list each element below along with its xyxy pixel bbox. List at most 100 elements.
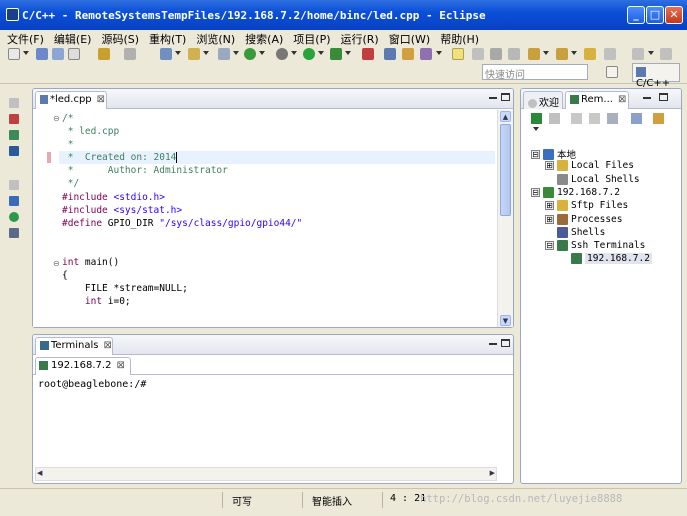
- show-whitespace-icon[interactable]: [490, 48, 502, 60]
- quick-access-input[interactable]: 快速访问: [482, 64, 588, 81]
- navigator-icon[interactable]: [9, 130, 19, 140]
- project-dropdown-icon[interactable]: [175, 51, 181, 55]
- minimize-button[interactable]: _: [627, 6, 645, 24]
- previous-annotation-dropdown-icon[interactable]: [571, 51, 577, 55]
- toggle-mark-occurrences-icon[interactable]: [452, 48, 464, 60]
- show-paragraph-icon[interactable]: [508, 48, 520, 60]
- tree-item[interactable]: ⊟ 本地: [531, 147, 576, 161]
- restore-icon[interactable]: [9, 98, 19, 108]
- maximize-icon[interactable]: [501, 93, 510, 101]
- scroll-thumb[interactable]: [500, 124, 511, 216]
- debug-settings-icon[interactable]: [276, 48, 288, 60]
- scroll-right-arrow-icon[interactable]: ▶: [490, 469, 495, 477]
- close-tab-icon[interactable]: ⊠: [103, 340, 111, 351]
- maximize-button[interactable]: □: [646, 6, 664, 24]
- debug-settings-dropdown-icon[interactable]: [291, 51, 297, 55]
- tree-expander-icon[interactable]: ⊟: [545, 241, 554, 251]
- tree-item[interactable]: ⊟ 192.168.7.2: [531, 186, 620, 200]
- menu-run[interactable]: 运行(R): [336, 30, 384, 47]
- search-dropdown-icon[interactable]: [436, 51, 442, 55]
- class-dropdown-icon[interactable]: [233, 51, 239, 55]
- link-with-editor-icon[interactable]: [653, 113, 664, 124]
- code-editor[interactable]: ⊖ ⊖ /* * led.cpp * * Created on: 2014 * …: [33, 110, 513, 327]
- new-dropdown-icon[interactable]: [23, 51, 29, 55]
- new-class-icon[interactable]: [218, 48, 230, 60]
- code-line[interactable]: int main(): [59, 256, 495, 269]
- terminal-horizontal-scrollbar[interactable]: ◀ ▶: [35, 467, 497, 481]
- code-line[interactable]: * led.cpp: [59, 125, 495, 138]
- toggle-block-selection-icon[interactable]: [472, 48, 484, 60]
- code-line[interactable]: [59, 230, 495, 243]
- scroll-up-arrow-icon[interactable]: ▲: [500, 111, 511, 122]
- code-line[interactable]: * Created on: 2014: [59, 151, 495, 165]
- tree-expander-icon[interactable]: ⊞: [545, 214, 554, 224]
- tree-item[interactable]: ⊟ Ssh Terminals: [545, 240, 645, 253]
- code-line[interactable]: FILE *stream=NULL;: [59, 282, 495, 295]
- history-icon[interactable]: [660, 48, 672, 60]
- code-line[interactable]: */: [59, 177, 495, 190]
- tree-expander-icon[interactable]: ⊟: [531, 149, 540, 159]
- code-line[interactable]: #include <stdio.h>: [59, 191, 495, 204]
- minimize-icon[interactable]: [489, 97, 497, 99]
- next-annotation-icon[interactable]: [528, 48, 540, 60]
- forward-icon[interactable]: [632, 48, 644, 60]
- define-connection-icon[interactable]: [531, 113, 542, 124]
- code-line[interactable]: /*: [59, 112, 495, 125]
- tree-expander-icon[interactable]: ⊞: [545, 161, 554, 171]
- new-folder-icon[interactable]: [188, 48, 200, 60]
- tree-item[interactable]: ⊞ Local Files: [545, 160, 634, 173]
- last-edit-location-icon[interactable]: [584, 48, 596, 60]
- close-button[interactable]: ✕: [665, 6, 683, 24]
- tree-expander-icon[interactable]: ⊟: [531, 187, 540, 197]
- collapse-all-icon[interactable]: [631, 113, 642, 124]
- editor-tab-led-cpp[interactable]: *led.cpp ⊠: [35, 91, 107, 109]
- close-tab-icon[interactable]: ⊠: [116, 360, 124, 371]
- save-icon[interactable]: [36, 48, 48, 60]
- terminal-output[interactable]: root@beaglebone:/# ◀ ▶: [33, 375, 513, 483]
- terminal-tab-192-168-7-2[interactable]: 192.168.7.2 ⊠: [35, 357, 131, 375]
- code-line[interactable]: #define GPIO_DIR "/sys/class/gpio/gpio44…: [59, 217, 495, 230]
- tree-item[interactable]: 192.168.7.2: [559, 253, 652, 266]
- build-icon[interactable]: [98, 48, 110, 60]
- stop-icon[interactable]: [362, 48, 374, 60]
- menu-source[interactable]: 源码(S): [96, 30, 144, 47]
- tasks-icon[interactable]: [9, 228, 19, 238]
- menu-navigate[interactable]: 浏览(N): [191, 30, 240, 47]
- hammer-icon[interactable]: [124, 48, 136, 60]
- code-line[interactable]: #include <sys/stat.h>: [59, 204, 495, 217]
- restore-icon[interactable]: [9, 180, 19, 190]
- code-line[interactable]: *: [59, 138, 495, 151]
- new-icon[interactable]: [8, 48, 20, 60]
- refresh-icon[interactable]: [549, 113, 560, 124]
- run-icon[interactable]: [303, 48, 315, 60]
- code-line[interactable]: int i=0;: [59, 295, 495, 308]
- terminals-view-tab[interactable]: Terminals ⊠: [35, 337, 113, 355]
- close-tab-icon[interactable]: ⊠: [97, 94, 105, 105]
- forward-dropdown-icon[interactable]: [648, 51, 654, 55]
- welcome-tab[interactable]: 欢迎: [523, 91, 563, 109]
- open-element-icon[interactable]: [402, 48, 414, 60]
- maximize-icon[interactable]: [659, 93, 668, 101]
- back-icon[interactable]: [571, 113, 582, 124]
- refresh-dropdown-icon[interactable]: [259, 51, 265, 55]
- tree-item[interactable]: ⊞ Sftp Files: [545, 200, 628, 213]
- tree-item[interactable]: Local Shells: [545, 173, 640, 187]
- external-tools-icon[interactable]: [330, 48, 342, 60]
- code-lines[interactable]: /* * led.cpp * * Created on: 2014 * Auth…: [59, 112, 495, 327]
- folder-dropdown-icon[interactable]: [203, 51, 209, 55]
- search-icon[interactable]: [420, 48, 432, 60]
- tree-item[interactable]: ⊞ Processes: [545, 213, 622, 227]
- menu-edit[interactable]: 编辑(E): [49, 30, 97, 47]
- tree-expander-icon[interactable]: ⊞: [545, 201, 554, 211]
- new-c-project-icon[interactable]: [160, 48, 172, 60]
- save-all-icon[interactable]: [52, 48, 64, 60]
- up-icon[interactable]: [607, 113, 618, 124]
- back-icon[interactable]: [604, 48, 616, 60]
- open-type-icon[interactable]: [384, 48, 396, 60]
- open-perspective-icon[interactable]: [606, 66, 618, 78]
- editor-vertical-scrollbar[interactable]: ▲ ▼: [497, 110, 513, 327]
- code-line[interactable]: [59, 243, 495, 256]
- project-explorer-icon[interactable]: [9, 114, 19, 124]
- run-dropdown-icon[interactable]: [318, 51, 324, 55]
- external-tools-dropdown-icon[interactable]: [345, 51, 351, 55]
